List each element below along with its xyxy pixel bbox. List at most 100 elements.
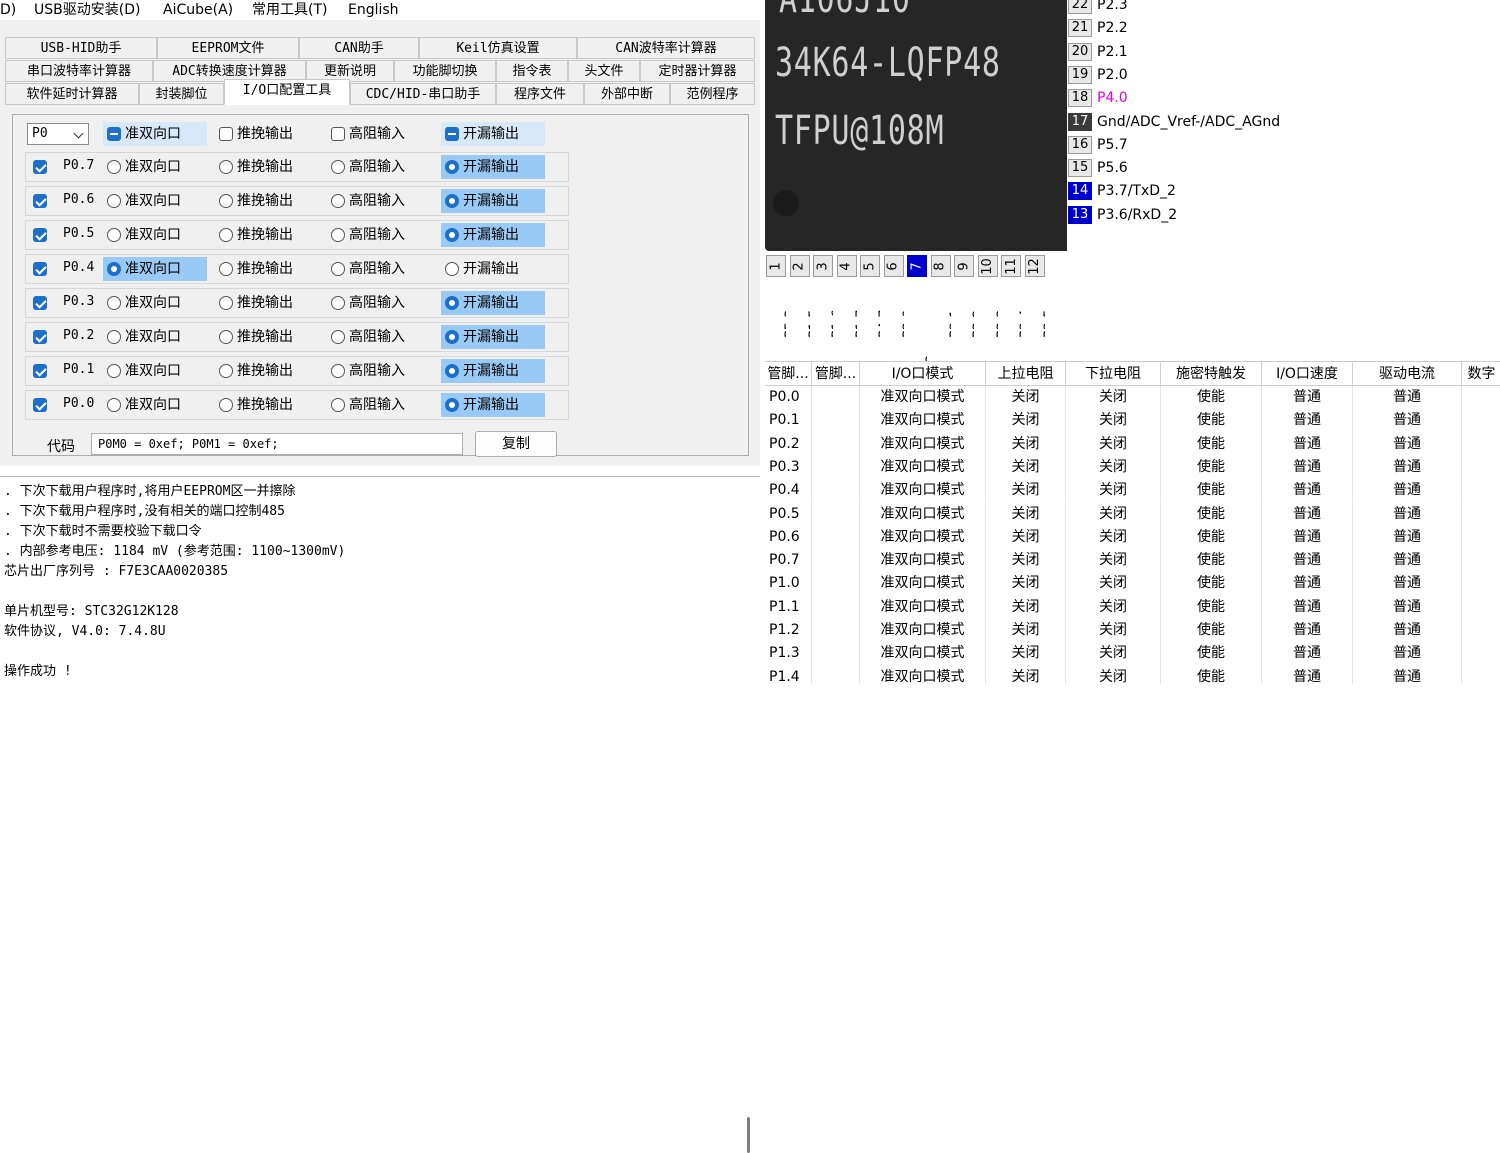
table-cell[interactable] [1462,642,1500,665]
table-cell[interactable]: 准双向口模式 [860,479,986,503]
table-cell[interactable]: 关闭 [1066,549,1161,573]
mode-option-2[interactable]: 高阻输入 [327,257,431,281]
table-cell[interactable]: 普通 [1262,549,1353,573]
mode-option-3[interactable]: 开漏输出 [441,223,545,247]
log-scrollbar[interactable] [747,1117,750,1153]
table-cell[interactable]: P1.0 [765,572,812,596]
table-cell[interactable]: P0.4 [765,479,812,503]
tab-uart-baud[interactable]: 串口波特率计算器 [5,60,153,82]
column-header[interactable]: I/O口速度 [1262,362,1353,386]
mode-option-1[interactable]: 推挽输出 [215,291,319,315]
table-cell[interactable]: 关闭 [986,595,1066,619]
mode-option-3[interactable]: 开漏输出 [441,291,545,315]
table-cell[interactable]: 普通 [1353,409,1462,433]
table-cell[interactable]: 关闭 [986,549,1066,573]
table-cell[interactable] [812,386,860,410]
column-header[interactable]: 下拉电阻 [1066,362,1161,386]
table-cell[interactable]: 普通 [1353,525,1462,550]
pin-enable-checkbox[interactable] [33,330,47,344]
header-option-1[interactable]: 推挽输出 [215,122,319,146]
table-cell[interactable]: P0.7 [765,549,812,573]
mode-option-0[interactable]: 准双向口 [103,359,207,383]
table-cell[interactable]: 使能 [1161,642,1262,666]
table-cell[interactable]: P0.1 [765,409,812,433]
table-cell[interactable]: 普通 [1262,502,1353,526]
mode-option-2[interactable]: 高阻输入 [327,325,431,349]
tab-instruction-table[interactable]: 指令表 [496,60,568,82]
table-cell[interactable]: 关闭 [986,432,1066,456]
column-header[interactable]: 管脚... [765,362,812,386]
table-cell[interactable]: 普通 [1262,619,1353,643]
table-cell[interactable]: P1.1 [765,595,812,619]
table-cell[interactable]: 普通 [1262,409,1353,433]
header-option-2[interactable]: 高阻输入 [327,122,431,146]
table-cell[interactable]: 关闭 [986,665,1066,684]
pin-enable-checkbox[interactable] [33,194,47,208]
column-header[interactable]: I/O口模式 [860,362,986,386]
table-cell[interactable]: 关闭 [1066,479,1161,503]
table-cell[interactable]: 关闭 [986,572,1066,596]
table-cell[interactable]: 使能 [1161,525,1262,550]
menu-item-usb-driver[interactable]: USB驱动安装(D) [34,0,140,20]
table-cell[interactable]: P1.4 [765,665,812,684]
table-cell[interactable] [812,409,860,433]
table-cell[interactable] [812,572,860,596]
mode-option-3[interactable]: 开漏输出 [441,359,545,383]
tab-header-file[interactable]: 头文件 [568,60,640,82]
table-cell[interactable]: 准双向口模式 [860,432,986,456]
table-cell[interactable]: 使能 [1161,409,1262,433]
header-option-0[interactable]: 准双向口 [103,122,207,146]
table-cell[interactable]: 普通 [1262,595,1353,619]
tab-delay-calc[interactable]: 软件延时计算器 [5,83,139,105]
table-cell[interactable]: 关闭 [1066,619,1161,643]
table-cell[interactable]: 关闭 [1066,455,1161,480]
pin-enable-checkbox[interactable] [33,262,47,276]
table-cell[interactable]: P0.3 [765,455,812,480]
table-cell[interactable] [1462,503,1500,526]
mode-option-0[interactable]: 准双向口 [103,223,207,247]
table-cell[interactable] [1462,409,1500,432]
table-cell[interactable]: 使能 [1161,479,1262,503]
table-cell[interactable] [1462,386,1500,409]
mode-option-0[interactable]: 准双向口 [103,393,207,417]
table-cell[interactable]: P0.2 [765,432,812,456]
pin-enable-checkbox[interactable] [33,160,47,174]
tab-timer-calc[interactable]: 定时器计算器 [640,60,755,82]
tab-io-config[interactable]: I/O口配置工具 [224,79,350,105]
table-cell[interactable] [812,525,860,550]
tab-eeprom-file[interactable]: EEPROM文件 [157,37,299,59]
table-cell[interactable]: 准双向口模式 [860,665,986,684]
table-cell[interactable]: P0.6 [765,525,812,550]
mode-option-3[interactable]: 开漏输出 [441,257,545,281]
table-cell[interactable]: 普通 [1353,386,1462,410]
table-cell[interactable]: 关闭 [986,386,1066,410]
mode-option-2[interactable]: 高阻输入 [327,291,431,315]
table-cell[interactable]: 关闭 [986,479,1066,503]
mode-option-2[interactable]: 高阻输入 [327,393,431,417]
mode-option-2[interactable]: 高阻输入 [327,359,431,383]
table-cell[interactable]: 普通 [1262,525,1353,550]
mode-option-1[interactable]: 推挽输出 [215,393,319,417]
table-cell[interactable]: 关闭 [1066,525,1161,550]
table-cell[interactable] [812,619,860,643]
table-cell[interactable] [1462,666,1500,684]
column-header[interactable]: 上拉电阻 [986,362,1066,386]
table-cell[interactable]: 关闭 [986,455,1066,480]
table-cell[interactable] [1462,526,1500,549]
mode-option-1[interactable]: 推挽输出 [215,325,319,349]
table-cell[interactable] [812,502,860,526]
table-cell[interactable]: 关闭 [986,502,1066,526]
tab-cdc-hid-uart[interactable]: CDC/HID-串口助手 [350,83,496,105]
menu-item-english[interactable]: English [348,0,399,20]
tab-program-file[interactable]: 程序文件 [496,83,584,105]
table-cell[interactable]: 关闭 [986,619,1066,643]
pin-enable-checkbox[interactable] [33,228,47,242]
table-cell[interactable]: 准双向口模式 [860,619,986,643]
mode-option-1[interactable]: 推挽输出 [215,257,319,281]
mode-option-0[interactable]: 准双向口 [103,291,207,315]
table-cell[interactable]: 准双向口模式 [860,642,986,666]
table-cell[interactable] [812,479,860,503]
table-cell[interactable]: 关闭 [1066,595,1161,619]
table-cell[interactable] [812,432,860,456]
column-header[interactable]: 驱动电流 [1353,362,1462,386]
